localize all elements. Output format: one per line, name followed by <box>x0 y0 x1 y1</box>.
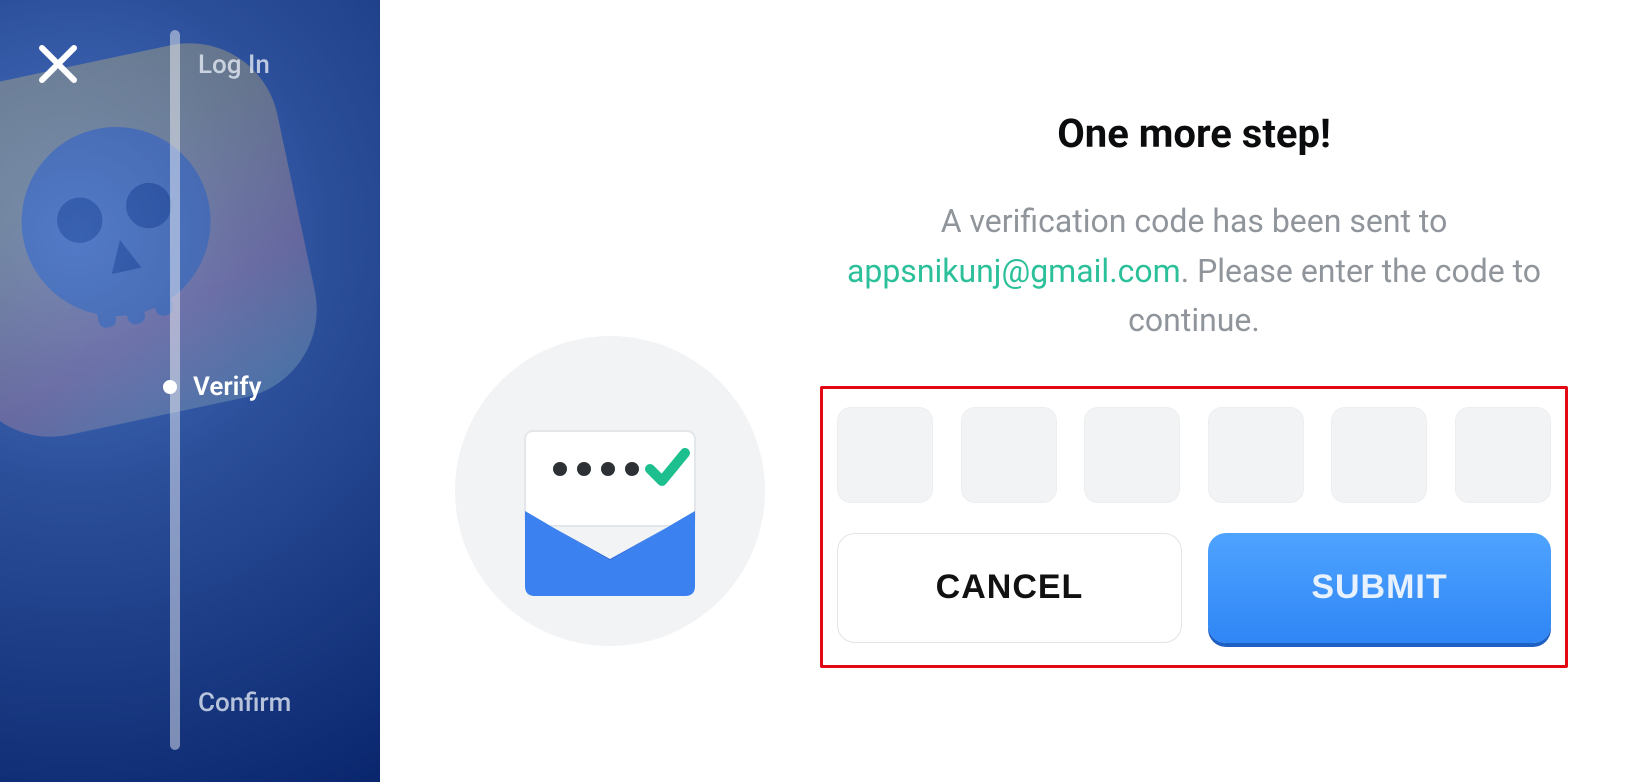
step-login: Log In <box>168 50 270 80</box>
code-digit-3[interactable] <box>1084 407 1180 503</box>
action-button-row: CANCEL SUBMIT <box>837 533 1551 643</box>
code-digit-5[interactable] <box>1331 407 1427 503</box>
code-digit-6[interactable] <box>1455 407 1551 503</box>
step-verify: Verify <box>163 372 262 402</box>
illustration-container <box>440 110 780 782</box>
instruction-after: . Please enter the code to continue. <box>1128 252 1541 340</box>
instruction-before: A verification code has been sent to <box>941 202 1448 240</box>
instruction-text: A verification code has been sent to app… <box>820 197 1568 346</box>
step-confirm: Confirm <box>168 688 291 718</box>
step-label: Log In <box>198 50 270 80</box>
main-panel: One more step! A verification code has b… <box>380 0 1628 782</box>
code-digit-1[interactable] <box>837 407 933 503</box>
progress-sidebar: Log In Verify Confirm <box>0 0 380 782</box>
submit-button[interactable]: SUBMIT <box>1208 533 1551 643</box>
code-digit-4[interactable] <box>1208 407 1304 503</box>
skull-icon <box>0 91 269 390</box>
verification-code-row <box>837 407 1551 503</box>
step-dot-active <box>163 380 177 394</box>
annotation-highlight: CANCEL SUBMIT <box>820 386 1568 668</box>
page-title: One more step! <box>820 110 1568 157</box>
email-address: appsnikunj@gmail.com <box>847 252 1181 290</box>
illustration-circle <box>455 336 765 646</box>
step-label: Verify <box>193 372 262 402</box>
cancel-button[interactable]: CANCEL <box>837 533 1182 643</box>
envelope-code-icon <box>480 361 740 621</box>
close-button[interactable] <box>36 42 80 86</box>
step-label: Confirm <box>198 688 291 718</box>
app-root: Log In Verify Confirm <box>0 0 1628 782</box>
verify-content: One more step! A verification code has b… <box>820 110 1568 782</box>
code-digit-2[interactable] <box>961 407 1057 503</box>
close-icon <box>36 42 80 86</box>
